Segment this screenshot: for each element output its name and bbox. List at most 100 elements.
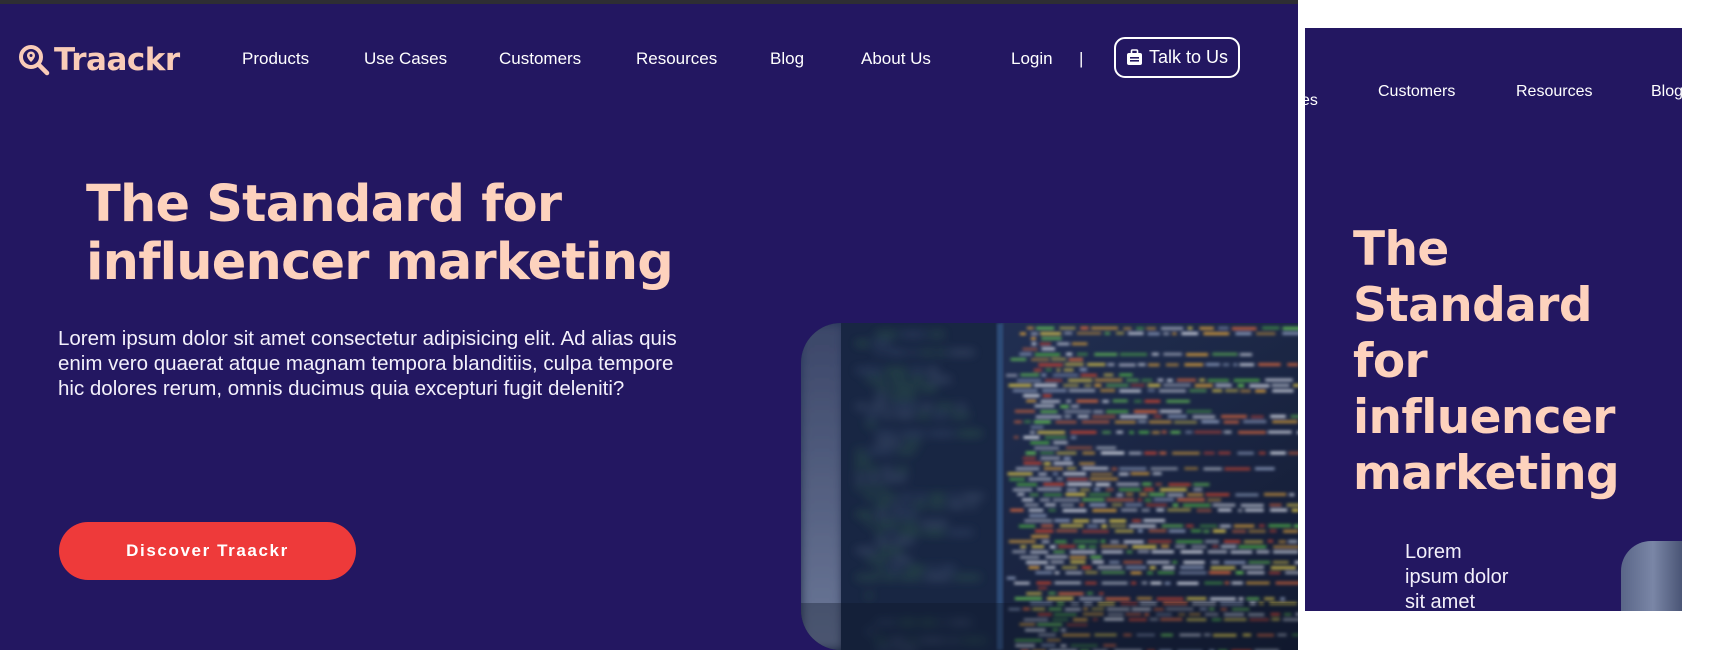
code-stroke bbox=[1151, 550, 1174, 554]
code-stroke bbox=[1147, 384, 1161, 387]
nav-products[interactable]: Products bbox=[242, 49, 309, 69]
nav-blog[interactable]: Blog bbox=[770, 49, 804, 69]
code-stroke bbox=[1089, 493, 1111, 496]
code-stroke bbox=[1132, 545, 1157, 549]
mobile-headline-word: Standard bbox=[1353, 278, 1592, 333]
code-stroke bbox=[1031, 342, 1037, 346]
code-stroke bbox=[1102, 400, 1109, 403]
talk-to-us-button[interactable]: Talk to Us bbox=[1114, 37, 1240, 78]
code-stroke bbox=[1054, 519, 1070, 522]
code-stroke bbox=[1067, 482, 1092, 486]
mobile-nav-blog[interactable]: Blog bbox=[1651, 83, 1682, 101]
mobile-nav-partial[interactable]: es bbox=[1305, 92, 1318, 110]
code-stroke bbox=[1149, 420, 1172, 424]
code-stroke bbox=[1201, 420, 1220, 423]
code-stroke bbox=[1109, 560, 1120, 564]
code-stroke bbox=[889, 396, 916, 399]
code-stroke bbox=[1065, 571, 1083, 575]
mobile-nav-customers[interactable]: Customers bbox=[1378, 83, 1455, 101]
code-stroke bbox=[1100, 540, 1106, 543]
code-stroke bbox=[866, 495, 874, 498]
code-stroke bbox=[1079, 597, 1103, 601]
brand-logo[interactable]: Traackr bbox=[18, 42, 180, 78]
code-stroke bbox=[1270, 451, 1286, 455]
code-stroke bbox=[1186, 597, 1207, 600]
code-stroke bbox=[1062, 566, 1078, 569]
code-stroke bbox=[1212, 352, 1238, 356]
code-stroke bbox=[1194, 430, 1222, 434]
code-stroke bbox=[1212, 389, 1223, 392]
code-stroke bbox=[1250, 415, 1264, 419]
code-stroke bbox=[1066, 352, 1073, 356]
nav-login[interactable]: Login bbox=[1011, 49, 1053, 69]
code-stroke bbox=[921, 405, 932, 408]
code-stroke bbox=[1270, 415, 1286, 418]
code-stroke bbox=[1038, 472, 1047, 476]
code-stroke bbox=[1038, 586, 1047, 590]
desktop-page: Traackr Products Use Cases Customers Res… bbox=[0, 4, 1298, 650]
code-stroke bbox=[1218, 326, 1229, 330]
code-stroke bbox=[1210, 566, 1236, 570]
code-stroke bbox=[1079, 368, 1087, 371]
hero-headline-line-1: The Standard for bbox=[86, 175, 562, 234]
code-stroke bbox=[1259, 524, 1265, 528]
nav-resources[interactable]: Resources bbox=[636, 49, 717, 69]
code-stroke bbox=[876, 567, 885, 570]
code-stroke bbox=[1207, 498, 1221, 502]
code-stroke bbox=[1167, 415, 1187, 418]
code-stroke bbox=[925, 531, 945, 534]
code-stroke bbox=[1147, 571, 1153, 575]
code-stroke bbox=[1058, 545, 1076, 548]
code-stroke bbox=[1087, 363, 1106, 366]
code-stroke bbox=[915, 495, 926, 498]
code-stroke bbox=[1082, 530, 1109, 533]
code-stroke bbox=[1044, 566, 1056, 569]
code-stroke bbox=[1109, 524, 1127, 528]
code-stroke bbox=[1196, 509, 1212, 512]
code-stroke bbox=[1137, 550, 1150, 553]
code-stroke bbox=[866, 558, 889, 561]
code-stroke bbox=[928, 567, 936, 570]
code-stroke bbox=[925, 576, 950, 579]
code-stroke bbox=[1136, 327, 1144, 330]
code-stroke bbox=[1191, 545, 1207, 549]
code-stroke bbox=[1060, 405, 1069, 408]
code-stroke bbox=[1118, 488, 1141, 491]
code-stroke bbox=[1231, 327, 1257, 330]
nav-customers[interactable]: Customers bbox=[499, 49, 581, 69]
discover-traackr-button[interactable]: Discover Traackr bbox=[59, 522, 356, 580]
code-stroke bbox=[1123, 327, 1132, 330]
code-stroke bbox=[1042, 394, 1052, 398]
mobile-nav-resources[interactable]: Resources bbox=[1516, 83, 1592, 101]
code-stroke bbox=[1233, 524, 1255, 528]
code-stroke bbox=[929, 432, 954, 435]
code-stroke bbox=[1249, 384, 1270, 388]
code-stroke bbox=[1034, 446, 1059, 450]
code-stroke bbox=[1106, 498, 1135, 502]
code-stroke bbox=[1280, 597, 1285, 601]
code-stroke bbox=[899, 432, 925, 435]
code-stroke bbox=[856, 477, 865, 480]
code-stroke bbox=[1030, 332, 1038, 335]
code-stroke bbox=[904, 504, 911, 507]
code-stroke bbox=[1111, 467, 1117, 471]
nav-use-cases[interactable]: Use Cases bbox=[364, 49, 447, 69]
code-stroke bbox=[1087, 592, 1093, 595]
code-stroke bbox=[1023, 436, 1040, 439]
code-stroke bbox=[1052, 472, 1058, 476]
code-stroke bbox=[887, 531, 895, 534]
code-stroke bbox=[1255, 389, 1266, 393]
code-stroke bbox=[1139, 493, 1147, 496]
code-stroke bbox=[1143, 488, 1154, 491]
code-stroke bbox=[893, 387, 917, 390]
code-stroke bbox=[1044, 503, 1056, 507]
code-stroke bbox=[856, 468, 863, 471]
code-stroke bbox=[891, 405, 918, 408]
code-stroke bbox=[1014, 597, 1042, 600]
mobile-headline-word: The bbox=[1353, 222, 1449, 277]
code-stroke bbox=[1087, 524, 1098, 528]
nav-about-us[interactable]: About Us bbox=[861, 49, 931, 69]
code-stroke bbox=[1109, 519, 1127, 523]
code-stroke bbox=[1205, 540, 1219, 543]
code-stroke bbox=[1155, 483, 1162, 486]
